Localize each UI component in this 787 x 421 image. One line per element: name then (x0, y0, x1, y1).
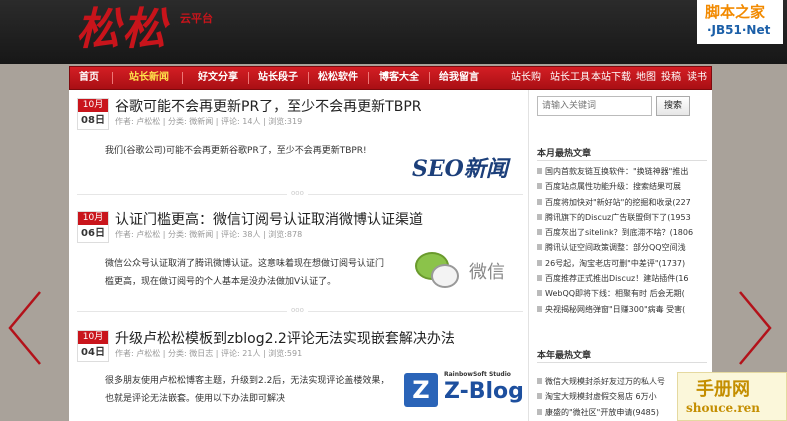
article-thumbnail[interactable]: 微信 (407, 248, 527, 296)
nav-separator (248, 72, 249, 84)
divider-label: ooo (287, 306, 308, 314)
list-item[interactable]: 国内首款友链互换软件："换链神器"推出 (537, 164, 709, 179)
article-excerpt: 我们(谷歌公司)可能不会再更新谷歌PR了，至少不会再更新TBPR! (105, 142, 367, 160)
watermark-domain: shouce.ren (686, 401, 761, 415)
list-item[interactable]: 央视揭秘网络弹窗"日赚300"病毒 受害( (537, 302, 709, 317)
article-excerpt: 很多朋友使用卢松松博客主题，升级到2.2后，无法实现评论盖楼效果， 也就是评论无… (105, 372, 389, 408)
article-excerpt-line: 槛更高，现在做订阅号的个人基本是没办法做加V认证了。 (105, 277, 337, 287)
nav-item-sitemap[interactable]: 地图 (636, 67, 656, 89)
nav-item-reading[interactable]: 读书 (687, 67, 707, 89)
shouce-watermark: 手册网 shouce.ren (677, 372, 787, 421)
nav-separator (112, 72, 113, 84)
article-title[interactable]: 认证门槛更高：微信订阅号认证取消微博认证渠道 (115, 209, 423, 229)
article-excerpt-line: 也就是评论无法嵌套。使用以下办法即可解决 (105, 394, 286, 404)
list-item[interactable]: WebQQ即将下线：相聚有时 后会无期( (537, 286, 709, 301)
date-month: 10月 (78, 212, 108, 225)
article-meta: 作者: 卢松松 | 分类: 微日志 | 评论: 21人 | 浏览:591 (115, 349, 303, 358)
article-thumbnail[interactable]: Z RainbowSoft Studio Z-Blog (404, 369, 526, 411)
article-thumbnail[interactable]: SEO新闻 (412, 151, 508, 183)
nav-item-blogs[interactable]: 博客大全 (379, 67, 419, 89)
watermark-text: 手册网 (696, 379, 750, 400)
wechat-icon-bubble (431, 264, 459, 288)
page-content: 10月 08日 谷歌可能不会再更新PR了，至少不会再更新TBPR 作者: 卢松松… (69, 90, 712, 421)
column-divider (528, 90, 529, 421)
jb51-logo-text: 脚本之家 (705, 3, 766, 21)
nav-item-tools[interactable]: 站长工具 (550, 67, 590, 89)
date-badge: 10月 08日 (77, 98, 109, 130)
search-button[interactable]: 搜索 (656, 96, 690, 116)
article-title[interactable]: 谷歌可能不会再更新PR了，至少不会再更新TBPR (115, 96, 422, 116)
article-meta: 作者: 卢松松 | 分类: 微新闻 | 评论: 14人 | 浏览:319 (115, 117, 303, 126)
monthly-hot-title: 本月最热文章 (537, 149, 592, 159)
wechat-label: 微信 (469, 262, 505, 283)
site-logo-subtitle: 云平台 (180, 12, 213, 25)
nav-separator (429, 72, 430, 84)
jb51-logo: 脚本之家 ·JB51·Net (697, 0, 783, 44)
nav-separator (308, 72, 309, 84)
zblog-studio-label: RainbowSoft Studio (444, 371, 511, 378)
divider-label: ooo (287, 189, 308, 197)
nav-item-downloads[interactable]: 本站下载 (591, 67, 631, 89)
list-item[interactable]: 百度将加快对"新好站"的挖掘和收录(227 (537, 195, 709, 210)
next-arrow-icon[interactable] (734, 288, 774, 368)
nav-item-good-articles[interactable]: 好文分享 (198, 67, 238, 89)
monthly-hot-list: 国内首款友链互换软件："换链神器"推出 百度站点属性功能升级：搜索结果可展 百度… (537, 164, 709, 317)
prev-arrow-icon[interactable] (6, 288, 46, 368)
jb51-logo-domain: ·JB51·Net (707, 23, 771, 37)
nav-item-software[interactable]: 松松软件 (318, 67, 358, 89)
list-item[interactable]: 百度站点属性功能升级：搜索结果可展 (537, 179, 709, 194)
nav-separator (182, 72, 183, 84)
article-meta: 作者: 卢松松 | 分类: 微新闻 | 评论: 38人 | 浏览:878 (115, 230, 303, 239)
article-excerpt: 微信公众号认证取消了腾讯微博认证。这意味着现在想做订阅号认证门 槛更高，现在做订… (105, 255, 384, 291)
list-item[interactable]: 腾讯旗下的Discuz广告联盟倒下了(1953 (537, 210, 709, 225)
article-excerpt-line: 我们(谷歌公司)可能不会再更新谷歌PR了，至少不会再更新TBPR! (105, 146, 367, 156)
site-header: 松松 云平台 脚本之家 ·JB51·Net (0, 0, 787, 64)
article-divider: ooo (77, 189, 523, 197)
article-divider: ooo (77, 306, 523, 314)
date-badge: 10月 06日 (77, 211, 109, 243)
site-logo[interactable]: 松松 (76, 4, 168, 56)
nav-item-guestbook[interactable]: 给我留言 (439, 67, 479, 89)
list-item[interactable]: 百度灰出了sitelink？到底滞不啥？(1806 (537, 225, 709, 240)
main-nav: 首页 站长新闻 好文分享 站长段子 松松软件 博客大全 给我留言 站长购 站长工… (69, 66, 712, 90)
date-month: 10月 (78, 99, 108, 112)
nav-item-webmaster-news[interactable]: 站长新闻 (129, 67, 169, 89)
date-day: 04日 (81, 347, 105, 358)
date-day: 08日 (81, 115, 105, 126)
nav-item-shop[interactable]: 站长购 (511, 67, 541, 89)
nav-item-jokes[interactable]: 站长段子 (258, 67, 298, 89)
date-badge: 10月 04日 (77, 330, 109, 362)
nav-item-submit[interactable]: 投稿 (661, 67, 681, 89)
article-title[interactable]: 升级卢松松模板到zblog2.2评论无法实现嵌套解决办法 (115, 328, 455, 348)
yearly-hot-title: 本年最热文章 (537, 351, 592, 361)
sidebar-rule (537, 160, 707, 161)
search-input[interactable] (537, 96, 652, 116)
list-item[interactable]: 26号起，淘宝老店可删"中差评"(1737) (537, 256, 709, 271)
sidebar-rule (537, 362, 707, 363)
nav-separator (368, 72, 369, 84)
list-item[interactable]: 腾讯认证空间政策调整：部分QQ空间浅 (537, 240, 709, 255)
zblog-logo-icon: Z (404, 373, 438, 407)
date-month: 10月 (78, 331, 108, 344)
nav-item-home[interactable]: 首页 (79, 67, 99, 89)
list-item[interactable]: 百度推荐正式推出Discuz！建站插件(16 (537, 271, 709, 286)
zblog-label: Z-Blog (444, 379, 524, 404)
date-day: 06日 (81, 228, 105, 239)
article-excerpt-line: 很多朋友使用卢松松博客主题，升级到2.2后，无法实现评论盖楼效果， (105, 376, 390, 386)
article-excerpt-line: 微信公众号认证取消了腾讯微博认证。这意味着现在想做订阅号认证门 (105, 259, 385, 269)
